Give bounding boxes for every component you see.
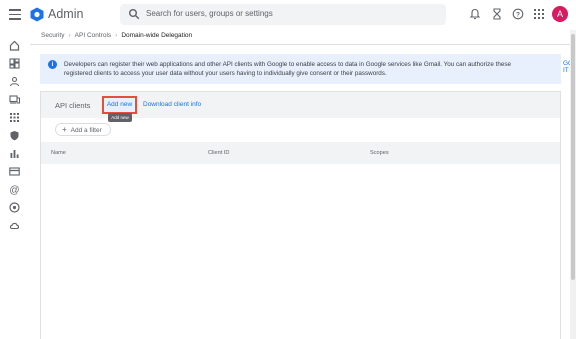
breadcrumb-separator: › — [115, 32, 118, 39]
billing-icon[interactable] — [9, 166, 20, 177]
breadcrumb-api-controls[interactable]: API Controls — [75, 32, 112, 39]
plus-icon: + — [62, 125, 67, 134]
apps-icon[interactable] — [533, 8, 545, 20]
api-clients-card: API clients Add new Download client info… — [40, 91, 561, 339]
security-icon[interactable] — [9, 130, 20, 141]
banner-message: Developers can register their web applic… — [64, 61, 511, 77]
table-header: Name Client ID Scopes — [41, 142, 560, 164]
avatar[interactable]: A — [552, 6, 568, 22]
rules-icon[interactable] — [9, 202, 20, 213]
search-input[interactable]: Search for users, groups or settings — [146, 9, 273, 18]
info-banner: i Developers can register their web appl… — [40, 54, 576, 84]
help-icon[interactable]: ? — [512, 8, 524, 20]
scrollbar-thumb[interactable] — [571, 34, 575, 280]
breadcrumb: Security › API Controls › Domain-wide Delega… — [41, 32, 192, 39]
column-header-name[interactable]: Name — [51, 150, 66, 156]
card-title: API clients — [55, 101, 91, 110]
home-icon[interactable] — [9, 40, 20, 51]
add-filter-button[interactable]: + Add a filter — [55, 123, 111, 136]
add-new-tooltip: Add new — [108, 113, 132, 122]
reports-icon[interactable] — [9, 148, 20, 159]
left-nav-rail: @ — [0, 30, 30, 339]
column-header-client-id[interactable]: Client ID — [208, 150, 229, 156]
breadcrumb-current-page: Domain-wide Delegation — [121, 32, 193, 39]
header-divider — [30, 44, 576, 45]
rail-apps-icon[interactable] — [9, 112, 20, 123]
account-icon[interactable]: @ — [9, 184, 20, 195]
notifications-icon[interactable] — [469, 8, 481, 20]
add-filter-label: Add a filter — [70, 127, 102, 134]
breadcrumb-separator: › — [68, 32, 71, 39]
top-bar: Admin Search for users, groups or settin… — [0, 0, 576, 30]
users-icon[interactable] — [9, 76, 20, 87]
search-icon — [129, 9, 140, 20]
admin-logo-icon[interactable] — [30, 7, 44, 22]
breadcrumb-security[interactable]: Security — [41, 32, 64, 39]
column-header-scopes[interactable]: Scopes — [370, 150, 389, 156]
app-title[interactable]: Admin — [48, 7, 83, 21]
add-new-button[interactable]: Add new — [102, 96, 137, 114]
devices-icon[interactable] — [9, 94, 20, 105]
hourglass-icon[interactable] — [491, 8, 503, 20]
storage-icon[interactable] — [9, 220, 20, 231]
info-icon: i — [48, 60, 57, 69]
menu-icon[interactable] — [9, 9, 21, 20]
dashboard-icon[interactable] — [9, 58, 20, 69]
svg-text:@: @ — [9, 185, 19, 195]
search-bar[interactable]: Search for users, groups or settings — [120, 4, 446, 25]
download-client-info-link[interactable]: Download client info — [143, 101, 201, 108]
svg-text:?: ? — [516, 11, 520, 18]
